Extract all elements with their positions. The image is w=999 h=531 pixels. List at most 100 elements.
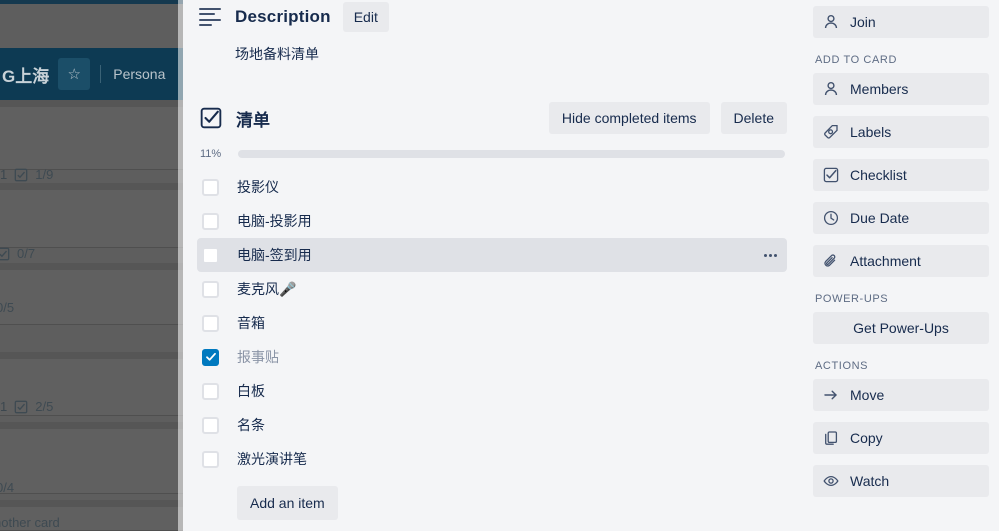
board-list-gap <box>0 100 183 107</box>
copy-label: Copy <box>850 430 883 446</box>
backdrop-card-meta: 1 2/5 <box>0 399 53 414</box>
checklist-item[interactable]: 电脑-投影用 <box>197 204 787 238</box>
checklist-item-label: 名条 <box>237 417 265 433</box>
add-to-card-heading: ADD TO CARD <box>815 54 897 66</box>
join-label: Join <box>850 14 876 30</box>
card-detail-modal: Description Edit 场地备料清单 清单 Hide complete… <box>183 0 999 531</box>
backdrop-card-meta: 1 1/9 <box>0 167 53 182</box>
checklist-item[interactable]: 名条 <box>197 408 787 442</box>
checklist-item[interactable]: 白板 <box>197 374 787 408</box>
add-an-item-button[interactable]: Add an item <box>237 486 338 520</box>
checkbox-icon[interactable] <box>202 416 219 434</box>
delete-checklist-button[interactable]: Delete <box>720 102 787 134</box>
checklist-progress: 11% <box>197 148 787 160</box>
checklist-item[interactable]: 报事贴 <box>197 340 787 374</box>
card-sidebar: Join ADD TO CARD Members Labels Checklis… <box>805 0 999 531</box>
paperclip-icon <box>823 253 839 269</box>
checklist-button[interactable]: Checklist <box>813 159 989 191</box>
checklist-item-label: 音箱 <box>237 315 265 331</box>
checklist-badge-icon <box>0 247 10 260</box>
backdrop-card-separator <box>0 422 183 429</box>
backdrop-card[interactable] <box>0 429 183 494</box>
move-label: Move <box>850 387 885 403</box>
checklist-badge-icon <box>14 168 28 181</box>
board-top-strip <box>0 0 183 4</box>
checklist-badge-icon <box>14 400 28 413</box>
person-icon <box>823 81 839 97</box>
checkbox-checked-icon[interactable] <box>202 348 219 366</box>
checkbox-icon[interactable] <box>202 382 219 400</box>
checklist-actions: Hide completed items Delete <box>548 102 787 134</box>
checkbox-icon[interactable] <box>202 178 219 196</box>
due-date-button[interactable]: Due Date <box>813 202 989 234</box>
checklist-label: Checklist <box>850 167 907 183</box>
hide-completed-items-button[interactable]: Hide completed items <box>548 102 710 134</box>
checklist-item[interactable]: 电脑-签到用 <box>197 238 787 272</box>
checklist-badge-text: 0/5 <box>0 300 15 315</box>
checklist-item-label: 电脑-投影用 <box>237 213 312 229</box>
description-body[interactable]: 场地备料清单 <box>235 44 787 64</box>
checklist-item[interactable]: 音箱 <box>197 306 787 340</box>
workspace-label: Persona <box>113 66 166 82</box>
person-icon <box>823 14 839 30</box>
actions-heading: ACTIONS <box>815 360 869 372</box>
header-divider <box>100 65 102 83</box>
labels-label: Labels <box>850 124 892 140</box>
members-button[interactable]: Members <box>813 73 989 105</box>
checklist-header: 清单 Hide completed items Delete <box>197 102 787 134</box>
board-header: G上海 ☆ Persona <box>0 48 183 100</box>
backdrop-card-separator <box>0 183 183 190</box>
watch-button[interactable]: Watch <box>813 465 989 497</box>
progress-percent-label: 11% <box>200 148 222 160</box>
checklist-item-label: 白板 <box>237 383 265 399</box>
backdrop-card[interactable] <box>0 270 183 325</box>
watch-label: Watch <box>850 473 890 489</box>
backdrop-card-separator <box>0 500 183 507</box>
labels-button[interactable]: Labels <box>813 116 989 148</box>
members-label: Members <box>850 81 909 97</box>
label-tag-icon <box>823 124 839 140</box>
eye-icon <box>823 473 839 489</box>
card-index: 1 <box>0 167 8 182</box>
more-options-icon[interactable] <box>764 253 777 257</box>
checkbox-icon[interactable] <box>202 212 219 230</box>
backdrop-card-badge: 0/5 <box>0 300 14 315</box>
checklist-item-label: 麦克风🎤 <box>237 281 297 297</box>
attachment-button[interactable]: Attachment <box>813 245 989 277</box>
arrow-right-icon <box>823 387 839 403</box>
backdrop-card-meta: 0/7 <box>0 246 35 261</box>
backdrop-card[interactable] <box>0 190 183 248</box>
checklist-item[interactable]: 麦克风🎤 <box>197 272 787 306</box>
description-lines-icon <box>199 8 223 26</box>
checklist-items: 投影仪电脑-投影用电脑-签到用麦克风🎤 音箱报事贴白板名条激光演讲笔 <box>197 170 787 476</box>
checkbox-icon[interactable] <box>202 314 219 332</box>
board-backdrop: G上海 ☆ Persona 1 1/9 0/7 /5 1 2/5 /4 noth… <box>0 0 183 531</box>
move-button[interactable]: Move <box>813 379 989 411</box>
star-icon[interactable]: ☆ <box>58 58 91 90</box>
card-detail-main: Description Edit 场地备料清单 清单 Hide complete… <box>183 0 805 531</box>
checklist-icon <box>200 107 222 129</box>
checkbox-icon[interactable] <box>202 280 219 298</box>
get-power-ups-button[interactable]: Get Power-Ups <box>813 312 989 344</box>
checkbox-icon[interactable] <box>202 450 219 468</box>
due-date-label: Due Date <box>850 210 910 226</box>
copy-button[interactable]: Copy <box>813 422 989 454</box>
backdrop-bottom-card-text: nother card <box>0 515 60 530</box>
checklist-title: 清单 <box>236 110 270 130</box>
checklist-item-label: 激光演讲笔 <box>237 451 307 467</box>
checklist-badge-text: 0/7 <box>17 246 36 261</box>
attachment-label: Attachment <box>850 253 921 269</box>
board-title: G上海 <box>2 66 50 86</box>
join-button[interactable]: Join <box>813 6 989 38</box>
checklist-item[interactable]: 投影仪 <box>197 170 787 204</box>
checklist-item[interactable]: 激光演讲笔 <box>197 442 787 476</box>
description-edit-button[interactable]: Edit <box>342 2 389 32</box>
copy-icon <box>823 430 839 446</box>
backdrop-card-badge: 0/4 <box>0 480 14 495</box>
checklist-badge-text: 0/4 <box>0 480 15 495</box>
power-ups-heading: POWER-UPS <box>815 293 889 305</box>
add-item-container: Add an item <box>197 486 787 520</box>
backdrop-card-separator <box>0 263 183 270</box>
checkbox-icon[interactable] <box>202 246 219 264</box>
backdrop-card[interactable] <box>0 107 183 170</box>
